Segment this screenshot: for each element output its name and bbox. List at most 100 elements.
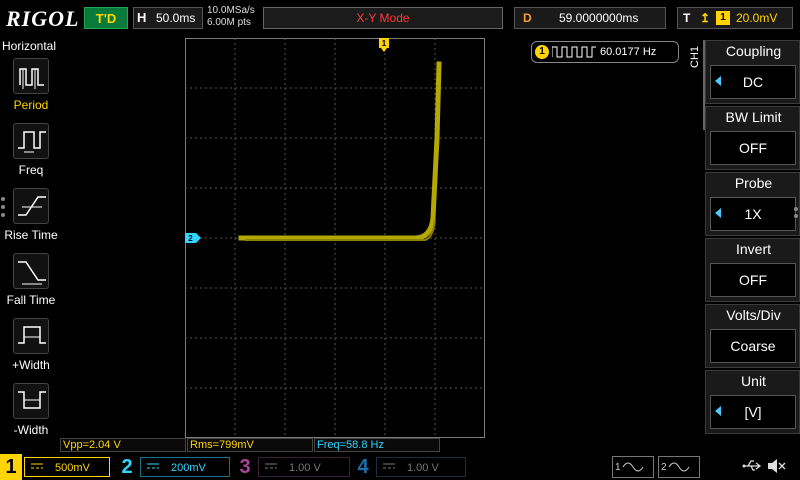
bw-limit-title: BW Limit bbox=[725, 109, 782, 125]
channel-menu: Coupling DC BW Limit OFF Probe 1X Invert… bbox=[705, 38, 800, 450]
invert-setting[interactable]: Invert OFF bbox=[705, 238, 800, 302]
fall-time-label: Fall Time bbox=[6, 293, 56, 307]
horizontal-measure-menu: Horizontal Period Freq Rise Time Fall Ti… bbox=[0, 38, 60, 450]
measure-positive-width[interactable]: +Width bbox=[2, 318, 60, 382]
channel-4-scale: 1.00 V bbox=[407, 462, 439, 474]
left-arrow-icon bbox=[715, 406, 721, 416]
coupling-value[interactable]: DC bbox=[710, 65, 796, 99]
invert-value[interactable]: OFF bbox=[710, 263, 796, 297]
unit-value[interactable]: [V] bbox=[710, 395, 796, 429]
measure-frequency[interactable]: Freq bbox=[2, 123, 60, 187]
measurement-rms[interactable]: Rms=799mV bbox=[187, 438, 313, 452]
speaker-muted-icon[interactable] bbox=[766, 457, 786, 475]
rising-edge-icon: ↥ bbox=[700, 11, 711, 25]
measurement-vpp[interactable]: Vpp=2.04 V bbox=[60, 438, 186, 452]
measurement-bar: Vpp=2.04 V Rms=799mV Freq=58.8 Hz bbox=[60, 438, 705, 452]
display-mode-indicator: X-Y Mode bbox=[263, 7, 503, 29]
channel-2-number: 2 bbox=[121, 456, 133, 478]
signal-source-1-button[interactable]: 1 bbox=[612, 456, 654, 478]
ch1-menu-tab: CH1 bbox=[687, 40, 705, 130]
square-wave-icon bbox=[552, 46, 596, 58]
measurement-freq[interactable]: Freq=58.8 Hz bbox=[314, 438, 440, 452]
measure-rise-time[interactable]: Rise Time bbox=[2, 188, 60, 252]
channel-2-status[interactable]: 2 200mV bbox=[116, 454, 234, 480]
horizontal-timebase[interactable]: H 50.0ms bbox=[133, 7, 203, 29]
ch2-marker-label: 2 bbox=[188, 234, 193, 243]
dc-coupling-icon bbox=[383, 463, 395, 469]
ch1-tab-label: CH1 bbox=[689, 45, 701, 68]
trigger-status[interactable]: T ↥ 1 20.0mV bbox=[677, 7, 793, 29]
volts-div-title: Volts/Div bbox=[726, 307, 781, 323]
negative-width-label: -Width bbox=[13, 423, 49, 437]
unit-setting[interactable]: Unit [V] bbox=[705, 370, 800, 434]
period-icon bbox=[13, 58, 49, 94]
invert-title: Invert bbox=[735, 241, 771, 257]
sine-wave-icon bbox=[622, 462, 644, 472]
brand-logo: RIGOL bbox=[6, 6, 80, 31]
positive-width-label: +Width bbox=[12, 358, 50, 372]
positive-width-icon bbox=[13, 318, 49, 354]
usb-icon bbox=[742, 460, 762, 471]
trigger-level: 20.0mV bbox=[736, 11, 778, 25]
channel-1-number: 1 bbox=[0, 454, 22, 480]
channel-3-scale: 1.00 V bbox=[289, 462, 321, 474]
period-label: Period bbox=[13, 98, 49, 112]
left-arrow-icon bbox=[715, 208, 721, 218]
channel-2-scale: 200mV bbox=[171, 462, 206, 474]
sample-rate: 10.0MSa/s bbox=[207, 5, 255, 16]
channel-4-scale-box: 1.00 V bbox=[376, 457, 466, 477]
left-menu-title: Horizontal bbox=[2, 39, 57, 53]
negative-width-icon bbox=[13, 383, 49, 419]
bw-limit-value[interactable]: OFF bbox=[710, 131, 796, 165]
ch1-marker-label: 1 bbox=[382, 39, 387, 48]
measure-fall-time[interactable]: Fall Time bbox=[2, 253, 60, 317]
dc-coupling-icon bbox=[31, 463, 43, 469]
horizontal-label: H bbox=[137, 10, 147, 25]
xy-display-grid[interactable] bbox=[185, 38, 485, 438]
channel-1-status[interactable]: 1 500mV bbox=[0, 454, 112, 480]
channel-3-scale-box: 1.00 V bbox=[258, 457, 350, 477]
probe-title: Probe bbox=[734, 175, 773, 191]
run-status-badge[interactable]: T'D bbox=[84, 7, 128, 29]
channel-status-bar: 1 500mV 2 200mV 3 1.00 V 4 1.00 V 1 2 bbox=[0, 452, 800, 480]
measure-negative-width[interactable]: -Width bbox=[2, 383, 60, 447]
channel-1-scale-box: 500mV bbox=[24, 457, 110, 477]
rise-time-label: Rise Time bbox=[4, 228, 58, 242]
rise-time-icon bbox=[13, 188, 49, 224]
trigger-label: T bbox=[683, 11, 691, 25]
delay-value: 59.0000000ms bbox=[559, 11, 639, 25]
probe-setting[interactable]: Probe 1X bbox=[705, 172, 800, 236]
bw-limit-setting[interactable]: BW Limit OFF bbox=[705, 106, 800, 170]
channel-4-status[interactable]: 4 1.00 V bbox=[352, 454, 470, 480]
channel-3-status[interactable]: 3 1.00 V bbox=[234, 454, 354, 480]
right-scroll-indicator bbox=[794, 205, 800, 225]
left-arrow-icon bbox=[715, 76, 721, 86]
volts-div-value[interactable]: Coarse bbox=[710, 329, 796, 363]
channel-4-number: 4 bbox=[357, 456, 369, 478]
measure-period[interactable]: Period bbox=[2, 58, 60, 122]
counter-channel: 1 bbox=[535, 45, 549, 59]
ch1-position-marker[interactable]: 1 bbox=[379, 38, 389, 52]
top-status-bar: RIGOL T'D H 50.0ms 10.0MSa/s 6.00M pts X… bbox=[0, 0, 800, 38]
frequency-counter[interactable]: 1 60.0177 Hz bbox=[531, 41, 679, 63]
coupling-setting[interactable]: Coupling DC bbox=[705, 40, 800, 104]
sine-wave-icon bbox=[668, 462, 690, 472]
memory-depth: 6.00M pts bbox=[207, 17, 251, 28]
volts-div-setting[interactable]: Volts/Div Coarse bbox=[705, 304, 800, 368]
xy-grid-svg bbox=[185, 38, 485, 438]
channel-3-number: 3 bbox=[239, 456, 251, 478]
dc-coupling-icon bbox=[147, 463, 159, 469]
signal-source-2-button[interactable]: 2 bbox=[658, 456, 700, 478]
coupling-title: Coupling bbox=[725, 43, 782, 59]
counter-value: 60.0177 Hz bbox=[600, 46, 657, 58]
acquisition-info: 10.0MSa/s 6.00M pts bbox=[207, 5, 255, 29]
ch2-position-marker[interactable]: 2 bbox=[185, 233, 201, 243]
dc-coupling-icon bbox=[265, 463, 277, 469]
horizontal-delay[interactable]: D 59.0000000ms bbox=[514, 7, 666, 29]
fall-time-icon bbox=[13, 253, 49, 289]
unit-title: Unit bbox=[741, 373, 766, 389]
probe-value[interactable]: 1X bbox=[710, 197, 796, 231]
channel-2-scale-box: 200mV bbox=[140, 457, 230, 477]
horizontal-scale: 50.0ms bbox=[156, 11, 196, 25]
frequency-icon bbox=[13, 123, 49, 159]
